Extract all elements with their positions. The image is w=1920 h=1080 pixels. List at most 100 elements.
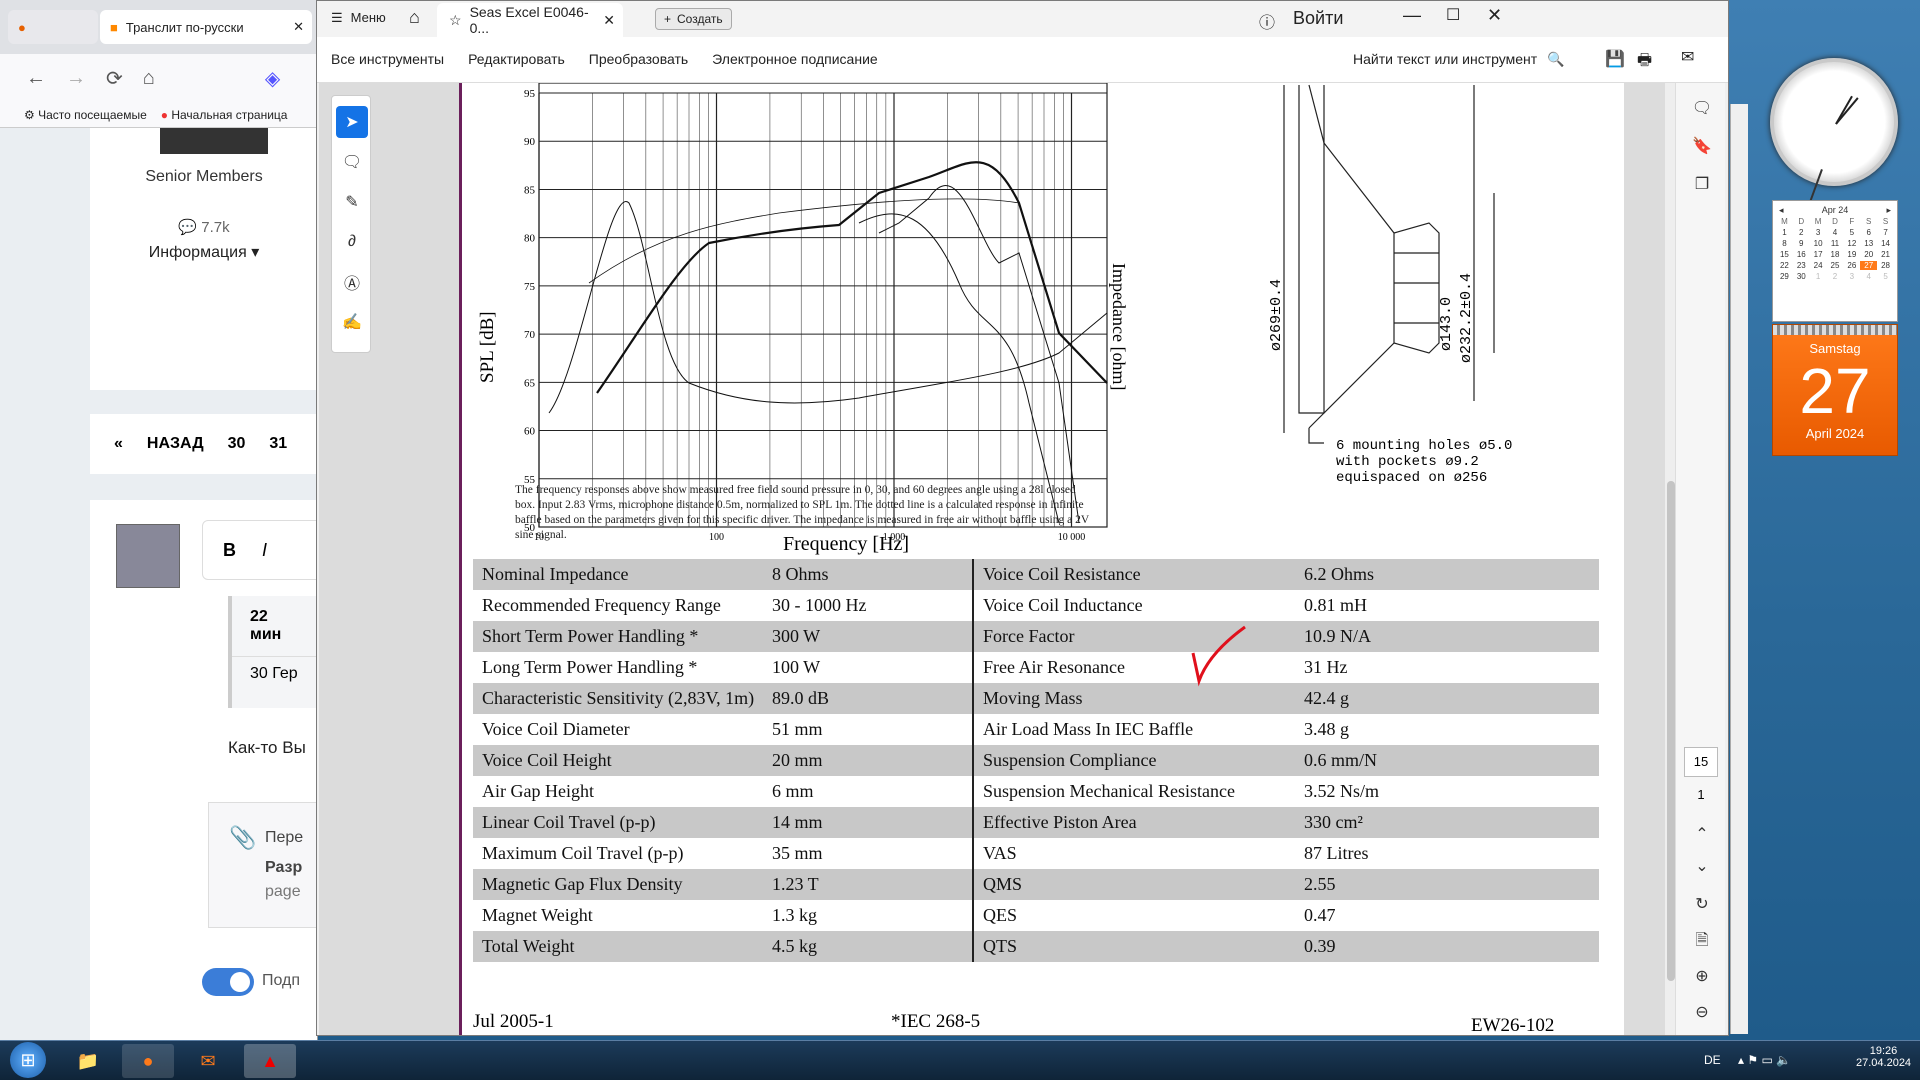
page-number-input[interactable]: 15 <box>1684 747 1718 777</box>
chevron-right-icon[interactable]: ▸ <box>1886 205 1897 216</box>
language-indicator[interactable]: DE <box>1704 1053 1721 1067</box>
calendar-day[interactable]: 17 <box>1810 250 1827 259</box>
calendar-day[interactable]: 21 <box>1877 250 1894 259</box>
calendar-day[interactable]: 16 <box>1793 250 1810 259</box>
firefox-tab-1[interactable]: ● <box>8 10 98 44</box>
zoom-in-icon[interactable]: ⊕ <box>1690 965 1714 989</box>
calendar-day[interactable]: 24 <box>1810 261 1827 270</box>
forward-icon[interactable]: → <box>66 67 86 90</box>
comment-panel-icon[interactable]: 🗨 <box>1690 97 1714 121</box>
red-checkmark-annotation[interactable] <box>1189 623 1253 689</box>
maximize-icon[interactable]: ☐ <box>1446 5 1460 25</box>
scrollbar-thumb[interactable] <box>1667 481 1675 981</box>
text-select-tool-icon[interactable]: Ⓐ <box>336 266 368 298</box>
close-icon[interactable]: ✕ <box>293 19 312 35</box>
chevron-up-icon[interactable]: ⌃ <box>1690 823 1714 847</box>
firefox-tab-2[interactable]: ■ Транслит по-русски ✕ <box>100 10 312 44</box>
firefox-taskbar-icon[interactable]: ● <box>122 1044 174 1078</box>
calendar-day[interactable]: 25 <box>1827 261 1844 270</box>
calendar-day[interactable]: 18 <box>1827 250 1844 259</box>
save-icon[interactable]: 💾 <box>1605 49 1625 69</box>
calendar-day[interactable]: 28 <box>1877 261 1894 270</box>
calendar-day[interactable]: 8 <box>1776 239 1793 248</box>
start-button[interactable]: ⊞ <box>10 1042 46 1078</box>
calendar-day[interactable]: 2 <box>1827 272 1844 281</box>
pager-page[interactable]: 30 <box>228 435 246 453</box>
back-icon[interactable]: ← <box>26 67 46 90</box>
create-button[interactable]: + Создать <box>655 8 732 30</box>
close-icon[interactable]: ✕ <box>603 12 623 29</box>
calendar-day[interactable]: 15 <box>1776 250 1793 259</box>
bookmark-home[interactable]: ● Начальная страница <box>161 108 288 122</box>
notify-toggle[interactable] <box>202 968 254 996</box>
calendar-day[interactable]: 4 <box>1827 228 1844 237</box>
login-button[interactable]: Войти <box>1293 8 1343 29</box>
rotate-icon[interactable]: ↻ <box>1690 893 1714 917</box>
chevron-down-icon[interactable]: ⌄ <box>1690 855 1714 879</box>
bold-button[interactable]: B <box>223 540 236 561</box>
bookmark-frequent[interactable]: ⚙ Часто посещаемые <box>24 108 147 122</box>
calendar-day[interactable]: 13 <box>1860 239 1877 248</box>
close-window-icon[interactable]: ✕ <box>1487 5 1502 26</box>
select-tool-icon[interactable]: ➤ <box>336 106 368 138</box>
calendar-day[interactable]: 1 <box>1776 228 1793 237</box>
pager-back[interactable]: НАЗАД <box>147 435 204 453</box>
explorer-taskbar-icon[interactable]: 📁 <box>62 1044 114 1078</box>
calendar-day[interactable]: 29 <box>1776 272 1793 281</box>
calendar-day[interactable]: 3 <box>1810 228 1827 237</box>
background-scrollbar[interactable] <box>1730 104 1748 1034</box>
mail-taskbar-icon[interactable]: ✉ <box>182 1044 234 1078</box>
calendar-day[interactable]: 11 <box>1827 239 1844 248</box>
mail-icon[interactable]: ✉ <box>1681 47 1694 67</box>
calendar-day[interactable]: 14 <box>1877 239 1894 248</box>
chevron-left-icon[interactable]: ◂ <box>1773 205 1784 216</box>
menu-button[interactable]: ☰ Меню <box>331 10 386 26</box>
calendar-day[interactable]: 6 <box>1860 228 1877 237</box>
calendar-day[interactable]: 30 <box>1793 272 1810 281</box>
comment-tool-icon[interactable]: 🗨 <box>336 146 368 178</box>
calendar-day[interactable]: 9 <box>1793 239 1810 248</box>
pager-first-icon[interactable]: « <box>114 435 123 453</box>
info-dropdown[interactable]: Информация ▾ <box>90 242 317 262</box>
tray-clock[interactable]: 19:26 27.04.2024 <box>1856 1045 1911 1069</box>
calendar-day[interactable]: 26 <box>1843 261 1860 270</box>
calendar-day[interactable]: 27 <box>1860 261 1878 270</box>
tool-edit[interactable]: Редактировать <box>468 51 565 67</box>
shield-icon[interactable]: ◈ <box>265 66 280 91</box>
calendar-day[interactable]: 7 <box>1877 228 1894 237</box>
page-view-icon[interactable]: 🗎 <box>1690 929 1714 953</box>
sign-tool-icon[interactable]: ✍ <box>336 306 368 338</box>
tool-convert[interactable]: Преобразовать <box>589 51 688 67</box>
bookmark-panel-icon[interactable]: 🔖 <box>1690 135 1714 159</box>
reload-icon[interactable]: ⟳ <box>106 66 123 91</box>
calendar-day[interactable]: 5 <box>1843 228 1860 237</box>
tool-all[interactable]: Все инструменты <box>331 51 444 67</box>
draw-tool-icon[interactable]: ∂ <box>336 226 368 258</box>
print-icon[interactable]: 🖶 <box>1637 49 1652 76</box>
home-icon[interactable]: ⌂ <box>143 67 155 90</box>
calendar-day[interactable]: 19 <box>1843 250 1860 259</box>
italic-button[interactable]: I <box>262 540 267 561</box>
zoom-out-icon[interactable]: ⊖ <box>1690 1001 1714 1025</box>
calendar-day[interactable]: 4 <box>1860 272 1877 281</box>
calendar-day[interactable]: 2 <box>1793 228 1810 237</box>
calendar-day[interactable]: 22 <box>1776 261 1793 270</box>
tool-esign[interactable]: Электронное подписание <box>712 51 878 67</box>
calendar-day[interactable]: 5 <box>1877 272 1894 281</box>
star-icon[interactable]: ☆ <box>449 12 462 29</box>
home-icon[interactable]: ⌂ <box>409 7 420 28</box>
highlight-tool-icon[interactable]: ✎ <box>336 186 368 218</box>
help-icon[interactable]: ⓘ <box>1259 9 1275 33</box>
document-tab[interactable]: ☆ Seas Excel E0046-0... ✕ <box>437 3 623 37</box>
calendar-day[interactable]: 3 <box>1843 272 1860 281</box>
calendar-day[interactable]: 1 <box>1810 272 1827 281</box>
calendar-day[interactable]: 20 <box>1860 250 1877 259</box>
calendar-day[interactable]: 12 <box>1843 239 1860 248</box>
find-tool[interactable]: Найти текст или инструмент 🔍 <box>1353 51 1565 68</box>
pages-panel-icon[interactable]: ❐ <box>1690 173 1714 197</box>
minimize-icon[interactable]: — <box>1403 5 1421 26</box>
calendar-day[interactable]: 23 <box>1793 261 1810 270</box>
pager-page[interactable]: 31 <box>269 435 287 453</box>
calendar-day[interactable]: 10 <box>1810 239 1827 248</box>
tray-icons[interactable]: ▴ ⚑ ▭ 🔈 <box>1738 1053 1791 1067</box>
